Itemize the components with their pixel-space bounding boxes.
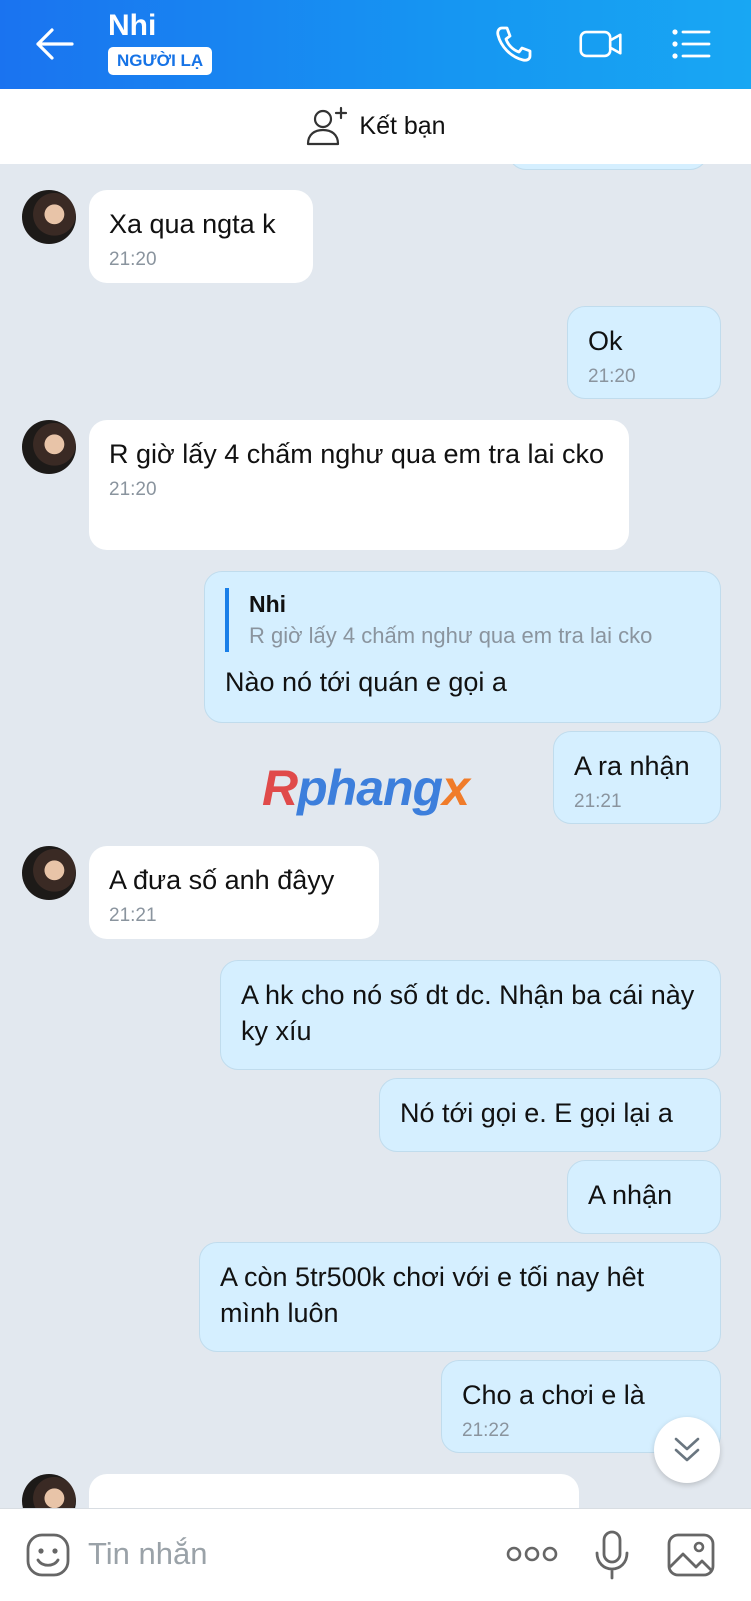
message-time: 21:20 (109, 479, 157, 500)
contact-avatar[interactable] (22, 1474, 76, 1508)
contact-avatar[interactable] (22, 846, 76, 900)
message-input[interactable]: Tin nhắn (88, 1536, 208, 1572)
message-text: R giờ lấy 4 chấm nghư qua em tra lai cko (109, 439, 605, 469)
contact-avatar[interactable] (22, 420, 76, 474)
quoted-text: R giờ lấy 4 chấm nghư qua em tra lai cko (249, 623, 653, 648)
image-gallery-icon[interactable] (666, 1531, 716, 1579)
message-bubble-incoming[interactable]: A đưa số anh đâyy 21:21 (89, 846, 379, 939)
watermark-logo: Rphangx (262, 760, 470, 816)
phone-call-icon[interactable] (492, 22, 538, 66)
contact-avatar[interactable] (22, 190, 76, 244)
double-chevron-down-icon (674, 1437, 700, 1462)
message-time: 21:20 (109, 249, 157, 270)
message-text: Ok (588, 326, 623, 356)
message-bubble-outgoing[interactable]: A hk cho nó số dt dc. Nhận ba cái này ky… (220, 960, 721, 1070)
add-friend-label: Kết bạn (359, 112, 446, 140)
message-bubble-outgoing[interactable]: Ok 21:20 (567, 306, 721, 399)
back-arrow-icon[interactable] (32, 24, 76, 64)
message-text: Nó tới gọi e. E gọi lại a (400, 1098, 673, 1128)
message-text: Xa qua ngta k (109, 209, 276, 239)
message-list[interactable]: Xa qua ngta k 21:20 Ok 21:20 R giờ lấy 4… (0, 164, 751, 1508)
message-text: Cho a chơi e là (462, 1380, 645, 1410)
message-bubble-incoming[interactable]: R giờ lấy 4 chấm nghư qua em tra lai cko… (89, 420, 629, 550)
chat-header: Nhi NGƯỜI LẠ (0, 0, 751, 89)
video-call-icon[interactable] (578, 22, 624, 66)
add-friend-bar[interactable]: Kết bạn (0, 89, 751, 164)
message-time: 21:21 (574, 791, 622, 812)
more-options-icon[interactable] (505, 1543, 559, 1565)
scroll-to-bottom-button[interactable] (654, 1417, 720, 1483)
message-text: A còn 5tr500k chơi với e tối nay hêt mìn… (220, 1262, 645, 1328)
partial-message-bubble (89, 1474, 579, 1508)
message-text: A hk cho nó số dt dc. Nhận ba cái này ky… (241, 980, 695, 1046)
reply-message-bubble[interactable]: Nhi R giờ lấy 4 chấm nghư qua em tra lai… (204, 571, 721, 723)
message-bubble-outgoing[interactable]: A còn 5tr500k chơi với e tối nay hêt mìn… (199, 1242, 721, 1352)
options-menu-icon[interactable] (668, 22, 714, 66)
partial-message-bubble (508, 164, 708, 170)
message-text: A nhận (588, 1180, 673, 1210)
message-bubble-incoming[interactable]: Xa qua ngta k 21:20 (89, 190, 313, 283)
message-time: 21:20 (588, 366, 636, 387)
add-friend-icon (307, 106, 348, 145)
message-time: 21:21 (109, 905, 157, 926)
message-text: A ra nhận (574, 751, 690, 781)
contact-name[interactable]: Nhi (108, 9, 156, 43)
message-text: A đưa số anh đâyy (109, 865, 335, 895)
quoted-message[interactable]: Nhi R giờ lấy 4 chấm nghư qua em tra lai… (225, 588, 700, 652)
message-bubble-outgoing[interactable]: A ra nhận 21:21 (553, 731, 721, 824)
emoji-sticker-icon[interactable] (24, 1531, 72, 1579)
message-bubble-outgoing[interactable]: A nhận (567, 1160, 721, 1234)
message-bubble-outgoing[interactable]: Nó tới gọi e. E gọi lại a (379, 1078, 721, 1152)
stranger-badge: NGƯỜI LẠ (108, 47, 213, 75)
message-text: Nào nó tới quán e gọi a (225, 667, 507, 697)
microphone-icon[interactable] (592, 1529, 632, 1581)
message-input-bar: Tin nhắn (0, 1508, 751, 1601)
quoted-sender: Nhi (249, 591, 287, 617)
